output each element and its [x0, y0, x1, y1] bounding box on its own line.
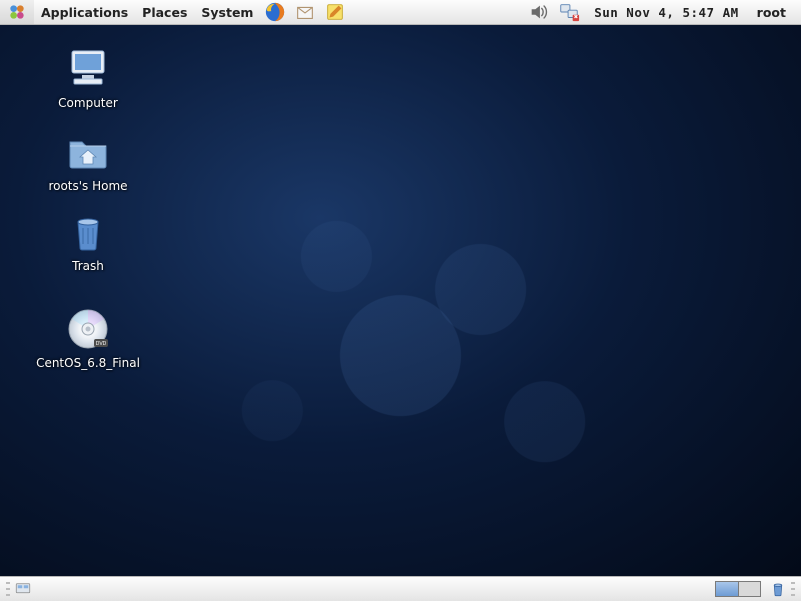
icon-label: Trash	[72, 259, 104, 273]
places-menu[interactable]: Places	[135, 0, 194, 24]
firefox-launcher[interactable]	[260, 0, 290, 24]
system-menu[interactable]: System	[194, 0, 260, 24]
svg-text:DVD: DVD	[96, 341, 107, 347]
panel-grip-icon[interactable]	[6, 580, 10, 598]
icon-label: CentOS_6.8_Final	[36, 356, 140, 370]
workspace-switcher[interactable]	[715, 581, 761, 597]
top-panel: Applications Places System	[0, 0, 801, 25]
note-launcher[interactable]	[320, 0, 350, 24]
panel-grip-icon[interactable]	[791, 580, 795, 598]
desktop-icon-dvd[interactable]: DVD CentOS_6.8_Final	[28, 305, 148, 370]
desktop-icon-computer[interactable]: Computer	[28, 45, 148, 110]
volume-applet[interactable]	[524, 0, 554, 24]
desktop-icon-trash[interactable]: Trash	[28, 208, 148, 273]
applications-menu[interactable]: Applications	[34, 0, 135, 24]
panel-trash-button[interactable]	[767, 578, 789, 600]
bottom-panel	[0, 576, 801, 601]
user-menu[interactable]: root	[749, 0, 793, 24]
firefox-icon	[264, 1, 286, 23]
volume-icon	[528, 1, 550, 23]
show-desktop-button[interactable]	[12, 578, 34, 600]
distro-logo-icon[interactable]	[0, 0, 34, 24]
clock[interactable]: Sun Nov 4, 5:47 AM	[584, 0, 748, 24]
desktop[interactable]: Computer roots's Home Trash DVD CentOS_6…	[0, 25, 801, 576]
trash-icon	[64, 208, 112, 256]
dvd-icon: DVD	[64, 305, 112, 353]
computer-icon	[64, 45, 112, 93]
desktop-icon-home[interactable]: roots's Home	[28, 128, 148, 193]
icon-label: roots's Home	[48, 179, 127, 193]
network-applet[interactable]	[554, 0, 584, 24]
home-folder-icon	[64, 128, 112, 176]
workspace-1[interactable]	[716, 582, 738, 596]
mail-icon	[294, 1, 316, 23]
mail-launcher[interactable]	[290, 0, 320, 24]
icon-label: Computer	[58, 96, 118, 110]
note-icon	[324, 1, 346, 23]
workspace-2[interactable]	[738, 582, 760, 596]
network-icon	[558, 1, 580, 23]
